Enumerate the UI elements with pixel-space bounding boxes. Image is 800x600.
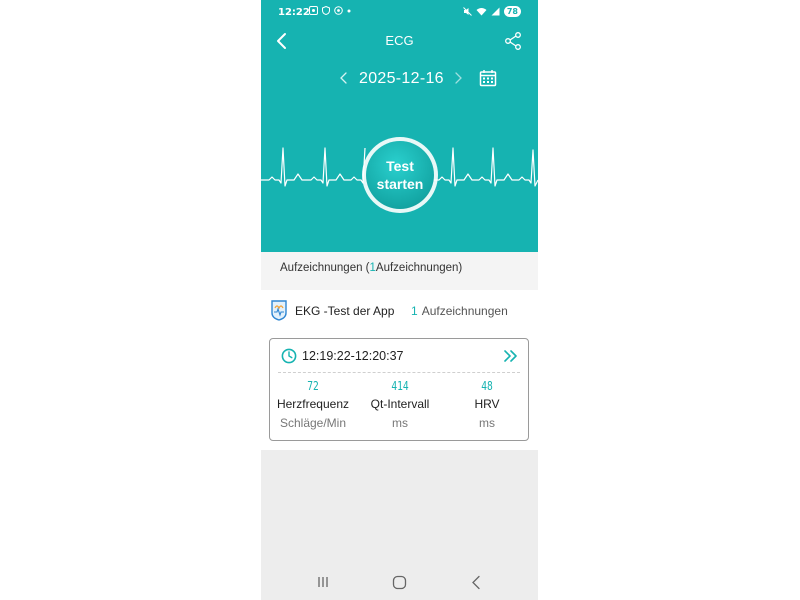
page-title: ECG [385,33,414,48]
sync-icon [334,6,343,15]
date-navigator: 2025-12-16 [261,58,538,98]
records-header-prefix: Aufzeichnungen ( [280,262,370,274]
records-header-suffix: Aufzeichnungen) [375,262,463,274]
status-left-icons [309,6,351,15]
app-source-row[interactable]: EKG -Test der App 1 Aufzeichnungen [261,296,538,326]
app-count-label: Aufzeichnungen [421,304,508,318]
metric-label: HRV [474,397,500,411]
system-nav-bar [261,566,538,600]
mute-icon [463,7,472,16]
start-test-button[interactable]: Test starten [366,141,434,209]
double-chevron-right-icon[interactable] [503,349,519,363]
card-divider [278,372,520,373]
metric-unit: ms [392,416,408,430]
home-icon[interactable] [392,575,407,590]
screenshot-icon [309,6,318,15]
dot-icon [347,9,351,12]
previous-day-icon[interactable] [337,69,351,87]
record-time-range: 12:19:22-12:20:37 [302,349,404,363]
metric-qt-interval: 414 Qt-Intervall ms [357,379,443,430]
app-name: EKG -Test der App [295,304,395,318]
metric-value: 72 [307,379,319,393]
recent-apps-icon[interactable] [316,575,330,589]
start-button-line1: Test [386,158,414,174]
clock-icon [281,348,297,364]
metric-label: Herzfrequenz [276,397,350,411]
status-bar: 12:22 78 [261,0,538,26]
battery-indicator: 78 [503,6,521,17]
app-count-number: 1 [411,304,418,318]
share-icon[interactable] [502,30,524,52]
app-logo-icon [271,300,287,321]
wifi-icon [476,8,487,16]
metric-unit: Schläge/Min [279,416,347,430]
metric-value: 48 [481,379,493,393]
metric-heart-rate: 72 Herzfrequenz Schläge/Min [270,379,356,430]
shield-icon [322,6,330,15]
system-back-icon[interactable] [470,575,482,590]
metric-unit: ms [479,416,495,430]
metric-value: 414 [391,379,409,393]
phone-screen: 12:22 78 ECG 2025-12-16 Test starten Auf… [261,0,538,600]
status-time: 12:22 [278,7,310,18]
status-right-icons: 78 [463,6,521,17]
calendar-icon[interactable] [478,68,498,88]
start-button-line2: starten [376,176,424,192]
records-header: Aufzeichnungen (1Aufzeichnungen) [261,252,538,290]
signal-icon [491,7,500,16]
metric-label: Qt-Intervall [370,397,430,411]
metric-hrv: 48 HRV ms [444,379,530,430]
next-day-icon[interactable] [451,69,465,87]
selected-date[interactable]: 2025-12-16 [359,70,444,88]
record-card[interactable]: 12:19:22-12:20:37 72 Herzfrequenz Schläg… [269,338,529,441]
app-bar: ECG [261,26,538,56]
records-header-text: Aufzeichnungen (1Aufzeichnungen) [280,262,462,274]
app-record-count: 1 Aufzeichnungen [411,304,508,318]
